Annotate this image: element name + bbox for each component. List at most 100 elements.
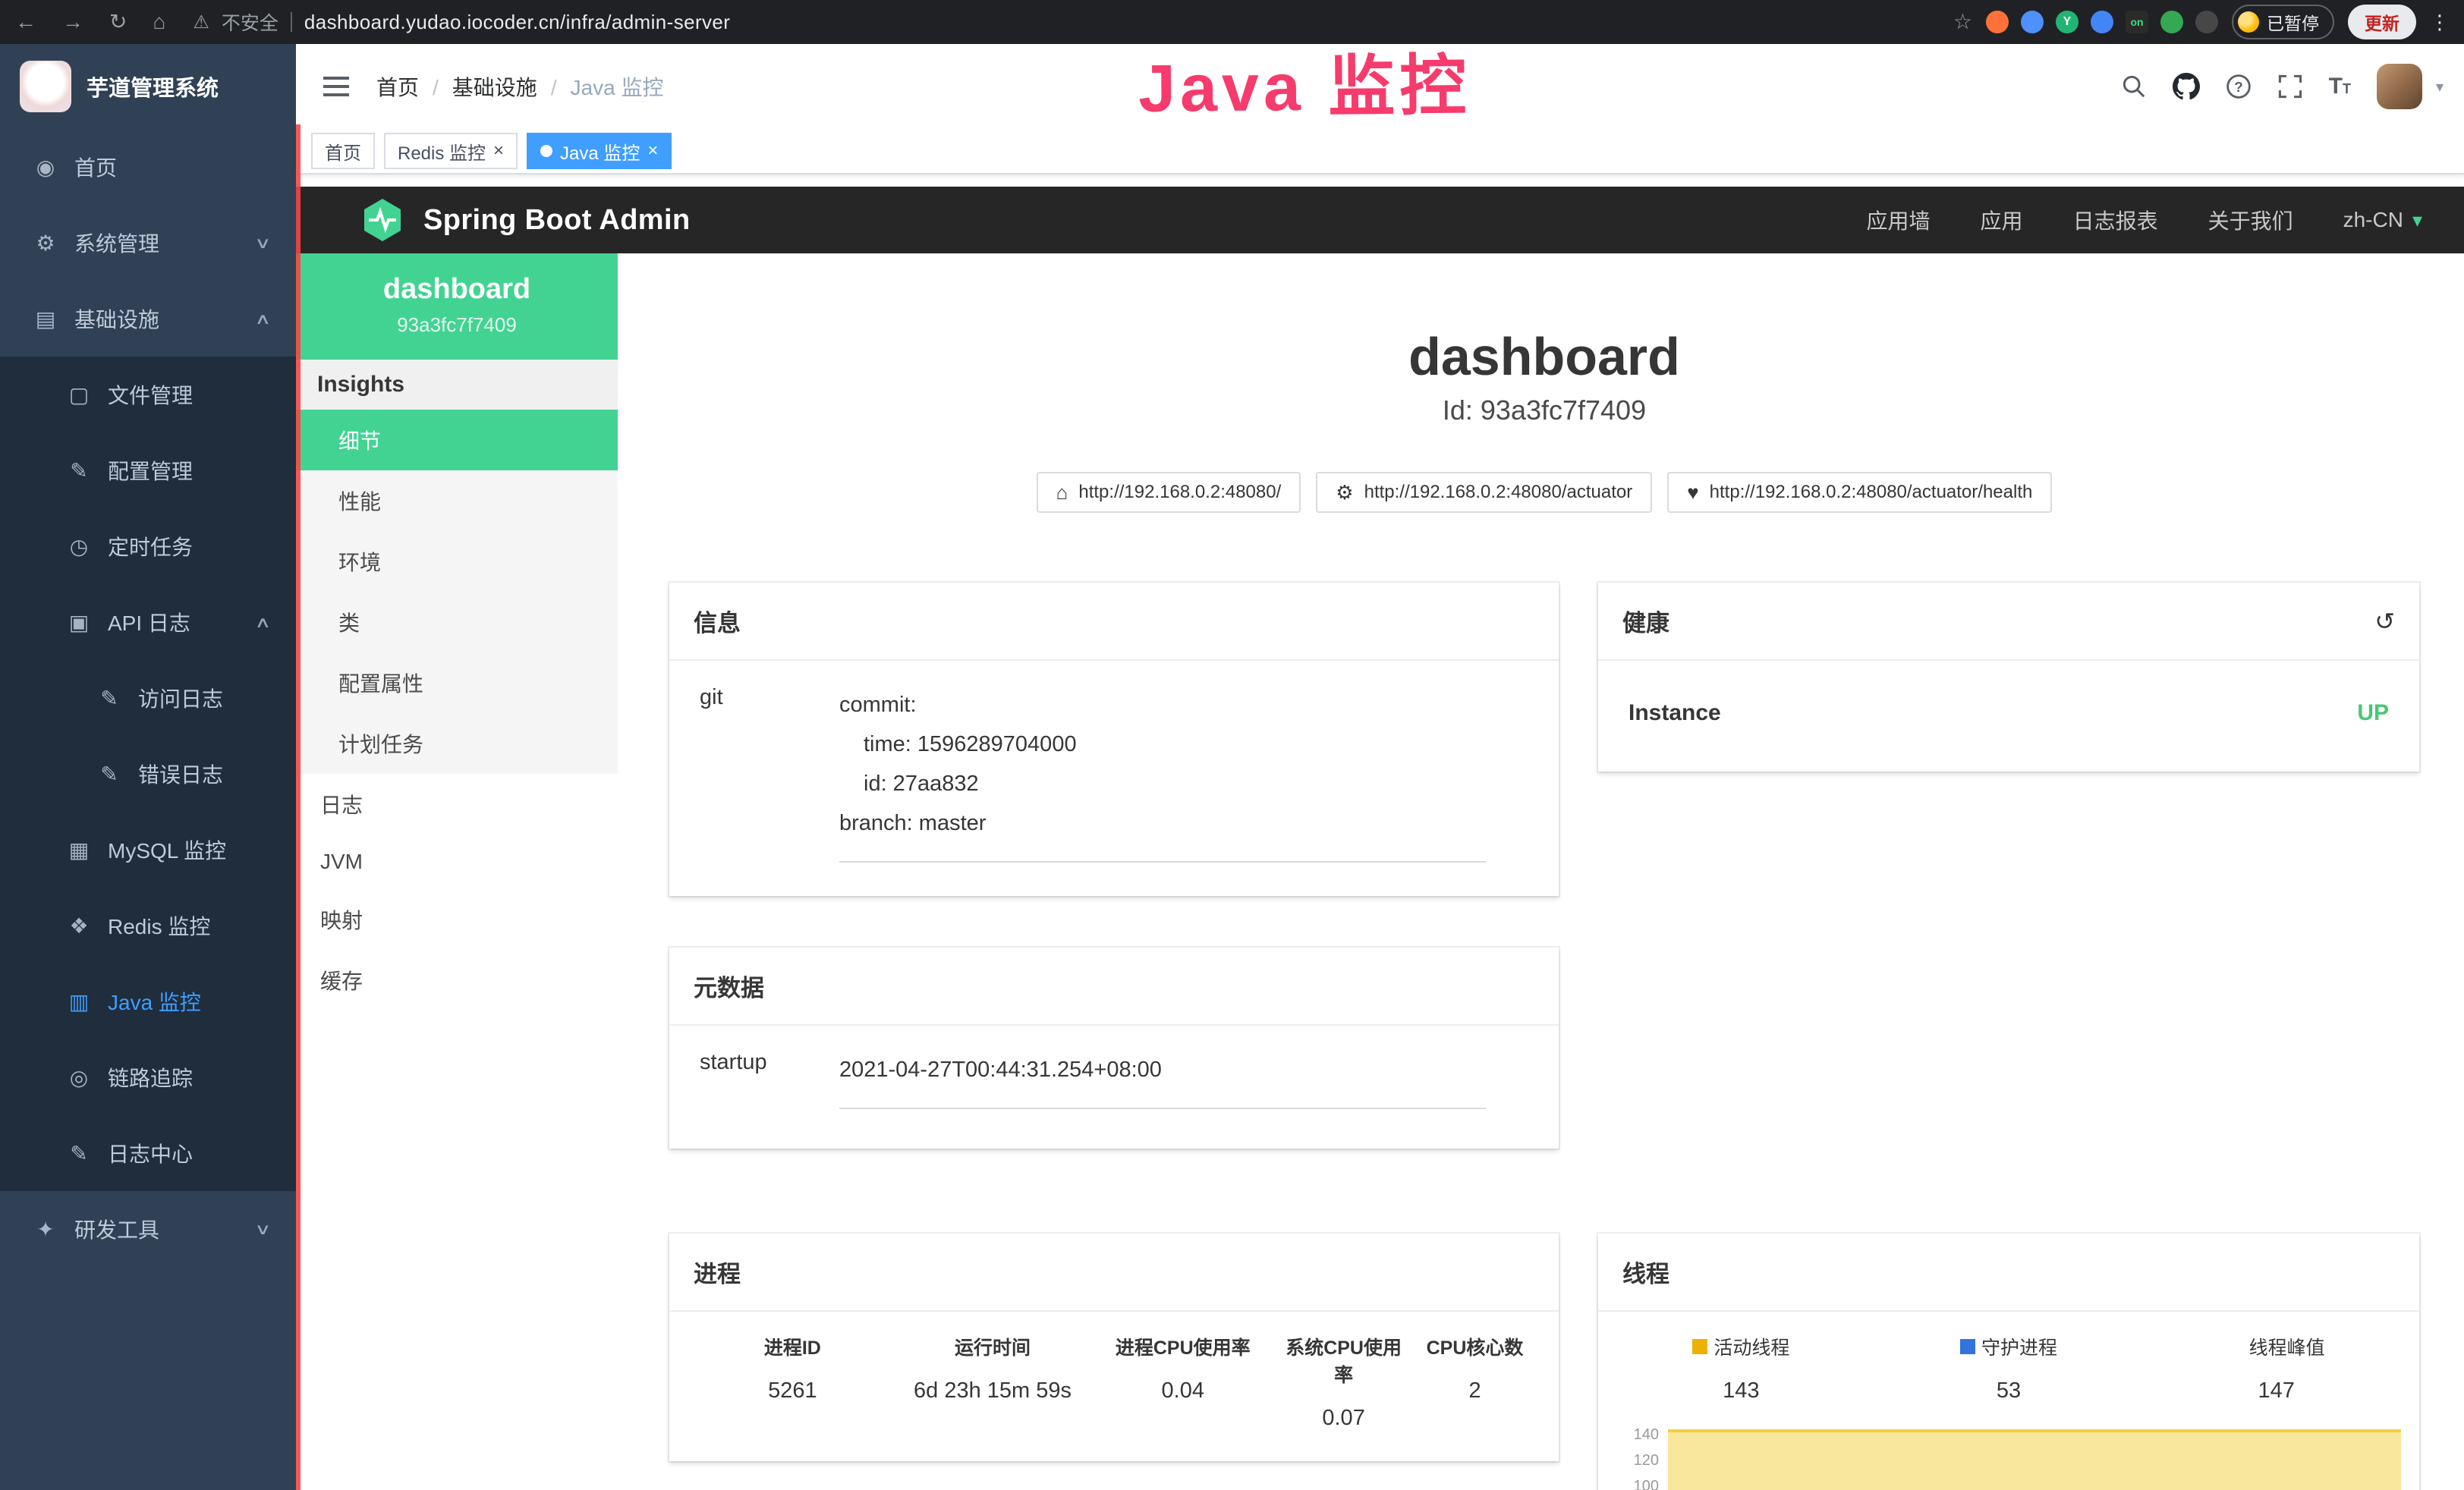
tab-label: Redis 监控 [398,138,486,165]
y-extension-icon[interactable]: Y [2056,11,2079,33]
user-avatar[interactable] [2377,64,2422,109]
security-warning-icon: ⚠ [193,11,209,33]
drop-extension-icon[interactable] [2021,11,2044,33]
sba-sidebar-item[interactable]: 日志 [296,774,618,835]
history-icon[interactable]: ↺ [2374,609,2395,633]
menu-item-label: 错误日志 [138,759,223,789]
help-icon[interactable]: ? [2226,74,2252,99]
metadata-card: 元数据 startup 2021-04-27T00:44:31.254+08:0… [669,948,1559,1149]
bookmark-star-icon[interactable]: ☆ [1953,11,1972,33]
sidebar-menu-item[interactable]: ▣ API 日志 ∧ [0,584,296,660]
legend-entry: 守护进程 53 [1875,1333,2143,1404]
sidebar-toggle-icon[interactable] [320,71,352,102]
sba-sidebar-item[interactable]: 映射 [296,889,618,950]
legend-value: 143 [1607,1378,1875,1404]
instance-link[interactable]: ♥ http://192.168.0.2:48080/actuator/heal… [1667,472,2052,513]
sba-title: Spring Boot Admin [423,204,691,237]
legend-entry: 线程峰值 147 [2142,1333,2410,1404]
process-table: 进程ID 5261 运行时间 6d 23h 15m 59s [669,1312,1559,1461]
sidebar-menu-item[interactable]: ▥ Java 监控 [0,963,296,1039]
sidebar-menu-item[interactable]: ✎ 配置管理 [0,432,296,508]
sba-sidebar-item[interactable]: 性能 [296,470,618,531]
leaf-extension-icon[interactable] [2160,11,2183,33]
instance-link[interactable]: ⌂ http://192.168.0.2:48080/ [1037,472,1301,513]
page-title: dashboard [669,326,2419,387]
sba-nav-item[interactable]: 应用墙 [1867,205,1931,235]
sidebar-menu-item[interactable]: ✎ 访问日志 [0,660,296,736]
close-icon[interactable]: × [493,142,504,160]
dark-extension-icon[interactable] [2195,11,2218,33]
github-icon[interactable] [2173,73,2200,100]
profile-avatar-icon [2238,11,2259,33]
sba-sidebar-item[interactable]: 类 [296,592,618,652]
profile-paused-label: 已暂停 [2267,9,2319,35]
sidebar-menu-item[interactable]: ◉ 首页 [0,129,296,205]
chevron-icon: ∨ [255,234,272,253]
chevron-down-icon[interactable]: ▾ [2436,77,2444,96]
breadcrumb-item[interactable]: 首页 [376,71,419,102]
tab[interactable]: 首页 × [311,133,375,169]
sba-sidebar-item[interactable]: 计划任务 [296,713,618,774]
chrome-menu-icon[interactable]: ⋮ [2430,12,2450,32]
sidebar-menu-item[interactable]: ⚙ 系统管理 ∨ [0,205,296,281]
tab[interactable]: Redis 监控 × [384,133,518,169]
breadcrumb-item[interactable]: Java 监控 [537,71,664,102]
process-column-header: CPU核心数 [1409,1333,1540,1360]
process-card: 进程 进程ID 5261 [669,1234,1559,1461]
breadcrumb-item[interactable]: 基础设施 [419,71,537,102]
process-column-header: 运行时间 [898,1333,1088,1360]
url-text[interactable]: dashboard.yudao.iocoder.cn/infra/admin-s… [304,11,730,34]
sidebar-menu-item[interactable]: ▢ 文件管理 [0,357,296,432]
sba-sidebar-item[interactable]: 缓存 [296,950,618,1011]
sidebar-menu-item[interactable]: ▤ 基础设施 ∧ [0,281,296,357]
instance-link[interactable]: ⚙ http://192.168.0.2:48080/actuator [1316,472,1652,513]
close-icon[interactable]: × [647,142,658,160]
chrome-update-button[interactable]: 更新 [2348,5,2416,39]
font-size-icon[interactable]: TT [2329,74,2351,99]
sidebar-menu-item[interactable]: ▦ MySQL 监控 [0,812,296,888]
browser-profile-chip[interactable]: 已暂停 [2232,5,2334,39]
sba-sidebar-item[interactable]: 环境 [296,531,618,592]
locale-selector[interactable]: zh-CN ▾ [2343,208,2464,232]
legend-value: 53 [1875,1378,2143,1404]
link-icon: ⚙ [1336,481,1353,505]
grid-extension-icon[interactable] [2091,11,2113,33]
sidebar-menu-item[interactable]: ✦ 研发工具 ∨ [0,1191,296,1267]
proxy-on-extension-icon[interactable]: on [2126,11,2148,33]
browser-home-icon[interactable]: ⌂ [153,11,165,33]
fullscreen-icon[interactable] [2277,74,2303,99]
app-logo-row[interactable]: 芋道管理系统 [0,44,296,129]
breadcrumb: 首页基础设施Java 监控 [376,71,664,102]
menu-item-icon: ◉ [30,155,61,180]
tab[interactable]: Java 监控 × [527,133,672,169]
sba-nav-item[interactable]: 关于我们 [2208,205,2293,235]
sba-sidebar-item[interactable]: 细节 [296,410,618,470]
forward-icon[interactable]: → [62,11,83,33]
instance-header[interactable]: dashboard 93a3fc7f7409 [296,253,618,360]
back-icon[interactable]: ← [15,11,36,33]
threads-card: 线程 活动线程 143 [1598,1234,2419,1490]
sidebar-menu-item[interactable]: ❖ Redis 监控 [0,888,296,963]
address-bar[interactable]: ⚠ 不安全 dashboard.yudao.iocoder.cn/infra/a… [193,8,730,36]
sidebar-menu-item[interactable]: ◷ 定时任务 [0,508,296,584]
menu-item-label: 定时任务 [108,531,193,561]
active-dot-icon [540,145,552,157]
sidebar-menu-item[interactable]: ✎ 错误日志 [0,736,296,812]
link-icon: ♥ [1687,481,1698,505]
sba-nav-item[interactable]: 日志报表 [2073,205,2158,235]
search-icon[interactable] [2121,74,2147,99]
navbar-actions: ? TT ▾ [2121,64,2444,109]
legend-label: 线程峰值 [2249,1333,2325,1360]
fox-extension-icon[interactable] [1986,11,2009,33]
app-sidebar: 芋道管理系统 ◉ 首页 ⚙ 系统管理 ∨ [0,44,296,1490]
question-mark: ? [2234,80,2243,96]
sba-nav-item[interactable]: 应用 [1981,205,2023,235]
menu-item-icon: ▣ [64,610,94,635]
insights-section-label[interactable]: Insights [296,360,618,410]
reload-icon[interactable]: ↻ [109,11,127,33]
sidebar-menu-item[interactable]: ✎ 日志中心 [0,1115,296,1191]
process-column-value: 6d 23h 15m 59s [898,1378,1088,1404]
sidebar-menu-item[interactable]: ◎ 链路追踪 [0,1039,296,1115]
sba-sidebar-item[interactable]: JVM [296,835,618,889]
sba-sidebar-item[interactable]: 配置属性 [296,652,618,713]
